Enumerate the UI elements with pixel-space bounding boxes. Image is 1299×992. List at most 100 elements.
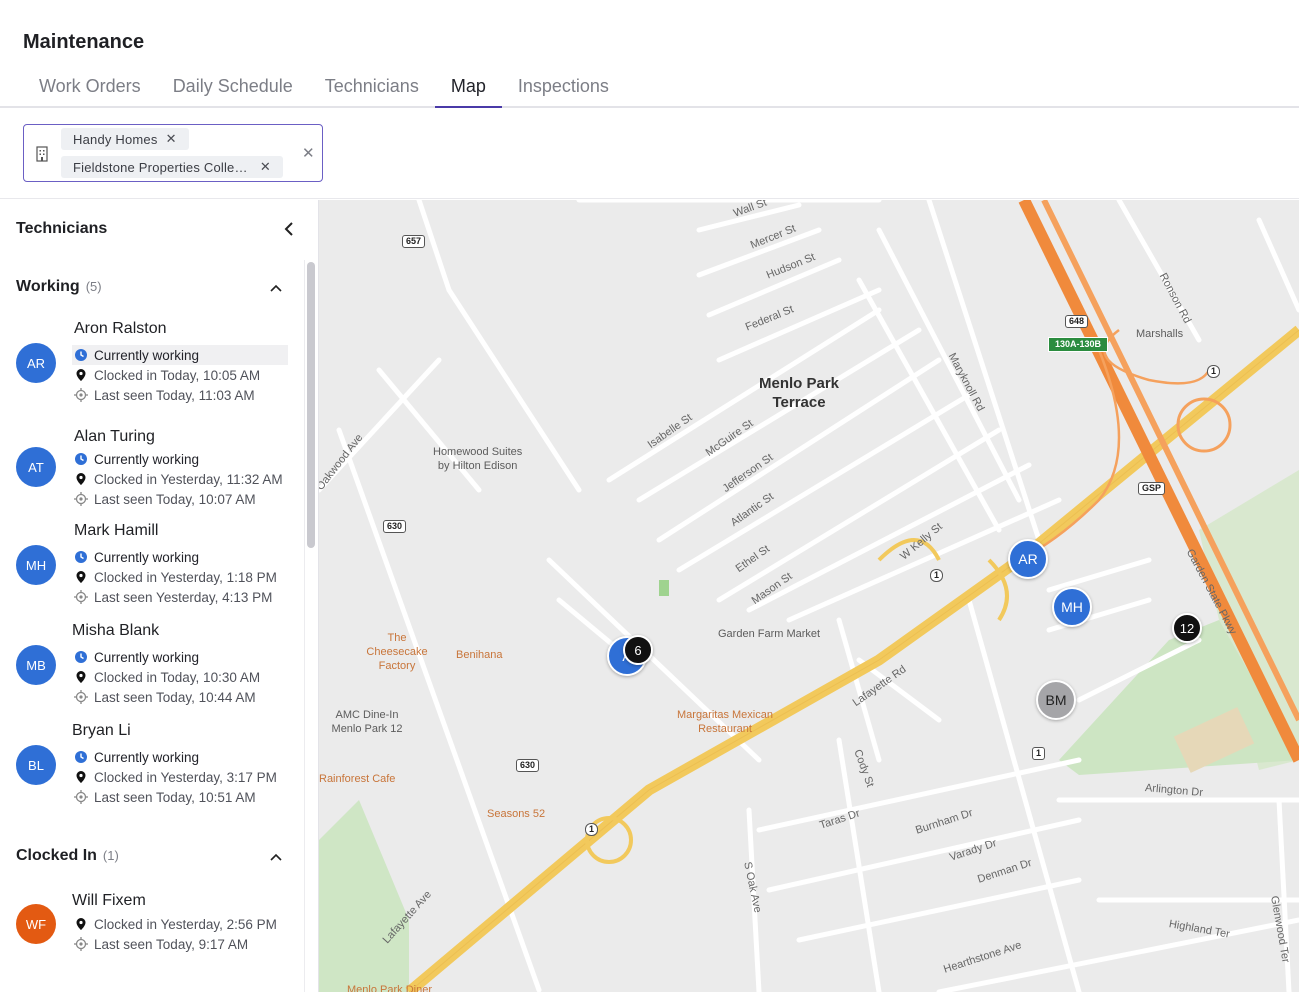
cluster-pin[interactable]: 6: [623, 635, 653, 665]
clocked-in-text: Clocked in Today, 10:05 AM: [94, 367, 261, 383]
clocked-in-text: Clocked in Yesterday, 11:32 AM: [94, 471, 283, 487]
avatar: AR: [16, 343, 56, 383]
route-shield: 657: [402, 235, 426, 248]
crosshair-icon: [74, 492, 88, 506]
last-seen-text: Last seen Today, 9:17 AM: [94, 936, 249, 952]
status-text: Currently working: [94, 549, 200, 565]
technician-item[interactable]: BL Bryan Li Currently working Clocked in Ye…: [0, 722, 300, 814]
technician-pin[interactable]: MH: [1052, 587, 1092, 627]
location-pin-icon: [76, 369, 86, 381]
building-icon: [36, 146, 48, 162]
tab-daily-schedule[interactable]: Daily Schedule: [157, 66, 309, 108]
technician-pin[interactable]: BM: [1036, 680, 1076, 720]
status-row: Currently working: [72, 647, 288, 667]
last-seen-row: Last seen Today, 9:17 AM: [72, 934, 288, 954]
avatar: MH: [16, 545, 56, 585]
status-text: Currently working: [94, 649, 200, 665]
location-pin-icon: [76, 473, 86, 485]
tab-inspections[interactable]: Inspections: [502, 66, 625, 108]
poi-label: AMC Dine-In Menlo Park 12: [331, 709, 403, 735]
location-pin-icon: [76, 571, 86, 583]
crosshair-icon: [74, 937, 88, 951]
chip-remove-icon[interactable]: ✕: [166, 131, 177, 147]
poi-label: Margaritas Mexican Restaurant: [677, 709, 773, 735]
poi-label: Menlo Park Diner: [347, 984, 432, 992]
section-count: (5): [85, 279, 102, 294]
last-seen-row: Last seen Yesterday, 4:13 PM: [72, 587, 288, 607]
tab-work-orders[interactable]: Work Orders: [23, 66, 157, 108]
status-text: Currently working: [94, 451, 200, 467]
last-seen-text: Last seen Today, 10:44 AM: [94, 689, 256, 705]
route-shield: 648: [1065, 315, 1089, 328]
clock-icon: [75, 551, 87, 563]
filter-chip: Fieldstone Properties Collec… ✕: [61, 156, 283, 178]
tab-map[interactable]: Map: [434, 66, 502, 108]
technician-item[interactable]: AT Alan Turing Currently working Clocked in…: [0, 424, 300, 516]
status-text: Currently working: [94, 749, 200, 765]
avatar: WF: [16, 904, 56, 944]
clocked-in-text: Clocked in Yesterday, 2:56 PM: [94, 916, 277, 932]
clocked-in-row: Clocked in Yesterday, 1:18 PM: [72, 567, 288, 587]
cluster-pin[interactable]: 12: [1172, 613, 1202, 643]
neighborhood-label: Menlo Park Terrace: [759, 375, 840, 411]
crosshair-icon: [74, 388, 88, 402]
chip-remove-icon[interactable]: ✕: [260, 159, 271, 175]
clear-filter-icon[interactable]: ✕: [302, 144, 315, 162]
crosshair-icon: [74, 590, 88, 604]
section-clocked-in-header: Clocked In (1): [16, 847, 119, 865]
chevron-up-icon[interactable]: [269, 283, 283, 293]
page-title: Maintenance: [23, 31, 145, 53]
last-seen-row: Last seen Today, 10:44 AM: [72, 687, 288, 707]
poi-label: Rainforest Cafe: [319, 773, 396, 785]
property-filter-select[interactable]: Handy Homes ✕ Fieldstone Properties Coll…: [23, 124, 323, 182]
map-view[interactable]: Menlo Park Terrace Wall St Mercer St Huds…: [319, 200, 1299, 992]
poi-label: Marshalls: [1136, 328, 1184, 340]
technician-name: Misha Blank: [72, 622, 160, 639]
map-base: [319, 200, 1299, 992]
poi-label: Homewood Suites by Hilton Edison: [433, 446, 523, 472]
technician-name: Aron Ralston: [74, 320, 167, 337]
technician-name: Alan Turing: [74, 428, 155, 445]
route-shield: 1: [1032, 747, 1046, 760]
filter-chip: Handy Homes ✕: [61, 128, 189, 150]
chevron-left-icon[interactable]: [281, 220, 297, 238]
technician-name: Mark Hamill: [74, 522, 159, 539]
section-label: Clocked In: [16, 847, 97, 864]
chip-label: Handy Homes: [73, 131, 158, 147]
scrollbar-thumb[interactable]: [307, 262, 315, 548]
technician-item[interactable]: MH Mark Hamill Currently working Clocked in…: [0, 522, 300, 614]
technician-item[interactable]: MB Misha Blank Currently working Clocked in…: [0, 622, 300, 714]
technician-name: Will Fixem: [72, 892, 146, 909]
clock-icon: [75, 349, 87, 361]
tab-bar: Work Orders Daily Schedule Technicians M…: [23, 66, 625, 108]
avatar: MB: [16, 645, 56, 685]
app-header: Maintenance Work Orders Daily Schedule T…: [0, 0, 1299, 108]
avatar: AT: [16, 447, 56, 487]
last-seen-text: Last seen Today, 10:51 AM: [94, 789, 256, 805]
poi-label: Seasons 52: [487, 808, 546, 820]
technician-item[interactable]: AR Aron Ralston Currently working Clocked i…: [0, 320, 300, 412]
clocked-in-row: Clocked in Yesterday, 11:32 AM: [72, 469, 288, 489]
clock-icon: [75, 651, 87, 663]
technician-pin[interactable]: AR: [1008, 539, 1048, 579]
route-shield: 630: [383, 520, 407, 533]
location-pin-icon: [76, 918, 86, 930]
section-label: Working: [16, 278, 80, 295]
route-shield: 1: [1207, 365, 1221, 378]
last-seen-text: Last seen Today, 10:07 AM: [94, 491, 256, 507]
technician-item[interactable]: WF Will Fixem Clocked in Yesterday, 2:56…: [0, 892, 300, 984]
status-text: Currently working: [94, 347, 200, 363]
status-row: Currently working: [72, 747, 288, 767]
exit-sign: 130A-130B: [1048, 337, 1109, 352]
location-pin-icon: [76, 771, 86, 783]
clocked-in-row: Clocked in Yesterday, 2:56 PM: [72, 914, 288, 934]
route-shield: 1: [585, 823, 599, 836]
section-count: (1): [102, 848, 119, 863]
status-row: Currently working: [72, 449, 288, 469]
last-seen-text: Last seen Yesterday, 4:13 PM: [94, 589, 273, 605]
tab-technicians[interactable]: Technicians: [309, 66, 435, 108]
chevron-up-icon[interactable]: [269, 852, 283, 862]
status-row: Currently working: [72, 345, 288, 365]
clocked-in-row: Clocked in Today, 10:30 AM: [72, 667, 288, 687]
poi-label: Garden Farm Market: [718, 628, 821, 640]
